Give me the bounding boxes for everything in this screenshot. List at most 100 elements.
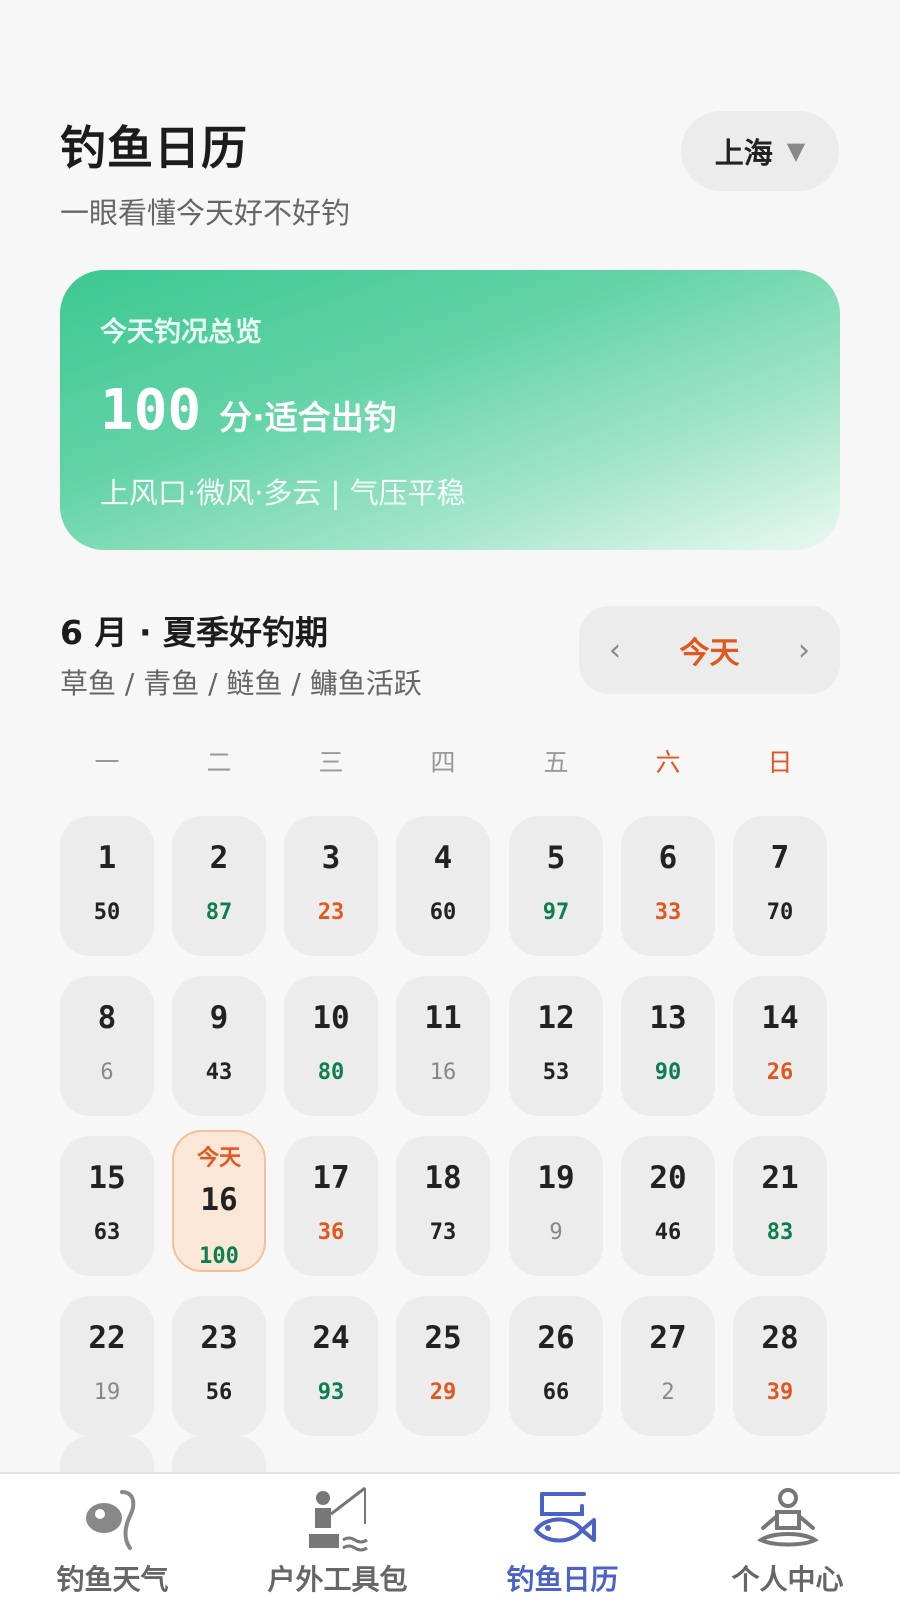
day-number: 9: [209, 1000, 229, 1036]
tab-profile[interactable]: 个人中心: [675, 1474, 900, 1600]
day-number: 8: [97, 1000, 117, 1036]
month-title: 6 月 · 夏季好钓期: [60, 613, 328, 652]
day-number: 26: [537, 1320, 575, 1356]
calendar-day[interactable]: 2 87: [172, 816, 266, 956]
calendar-day[interactable]: 26 66: [509, 1296, 603, 1436]
day-number: 3: [321, 840, 341, 876]
jump-today-button[interactable]: 今天: [680, 628, 740, 672]
day-score: 100: [199, 1244, 239, 1269]
overview-detail: 上风口·微风·多云 | 气压平稳: [100, 476, 466, 510]
calendar-day[interactable]: 10 80: [284, 976, 378, 1116]
calendar-day[interactable]: 13 90: [621, 976, 715, 1116]
day-number: 5: [546, 840, 566, 876]
calendar-day[interactable]: 22 19: [60, 1296, 154, 1436]
prev-month-icon[interactable]: ‹: [609, 633, 621, 668]
bottom-tab-bar: 钓鱼天气 户外工具包 钓鱼日历 个人中心: [0, 1472, 900, 1600]
tab-outdoor-tools[interactable]: 户外工具包: [225, 1474, 450, 1600]
calendar-day[interactable]: 14 26: [733, 976, 827, 1116]
calendar-day[interactable]: 18 73: [396, 1136, 490, 1276]
day-score: 83: [766, 1220, 794, 1245]
day-score: 50: [93, 900, 121, 925]
day-score: 6: [100, 1060, 114, 1085]
calendar-day[interactable]: 23 56: [172, 1296, 266, 1436]
calendar-day[interactable]: 12 53: [509, 976, 603, 1116]
calendar-day-partial: [172, 1436, 266, 1476]
day-score: 90: [654, 1060, 682, 1085]
calendar-day[interactable]: 1 50: [60, 816, 154, 956]
calendar-day-today[interactable]: 今天 16 100: [172, 1130, 266, 1272]
day-score: 66: [542, 1380, 570, 1405]
fish-calendar-icon: [533, 1492, 596, 1543]
day-score: 70: [766, 900, 794, 925]
day-score: 97: [542, 900, 570, 925]
fishing-hook-icon: [85, 1490, 135, 1550]
calendar-day[interactable]: 17 36: [284, 1136, 378, 1276]
day-score: 56: [205, 1380, 233, 1405]
page-subtitle: 一眼看懂今天好不好钓: [60, 196, 351, 230]
tab-fishing-calendar[interactable]: 钓鱼日历: [450, 1474, 675, 1600]
calendar-day[interactable]: 25 29: [396, 1296, 490, 1436]
day-score: 29: [429, 1380, 457, 1405]
calendar-day[interactable]: 5 97: [509, 816, 603, 956]
month-navigator: ‹ 今天 ›: [579, 606, 840, 694]
day-number: 25: [424, 1320, 462, 1356]
overview-score: 100: [100, 378, 202, 443]
today-overview-card[interactable]: 今天钓况总览 100 分·适合出钓 上风口·微风·多云 | 气压平稳: [60, 270, 840, 550]
day-number: 17: [312, 1160, 350, 1196]
calendar-day[interactable]: 86: [60, 976, 154, 1116]
day-score: 23: [317, 900, 345, 925]
day-number: 18: [424, 1160, 462, 1196]
day-number: 13: [649, 1000, 687, 1036]
calendar-day[interactable]: 9 43: [172, 976, 266, 1116]
calendar-grid: 1 50 2 87 3 23 4 60 5 97 6 33 7 70 8 6 9 43 10 80 11 16 12 53 13…: [60, 816, 841, 1476]
calendar-day[interactable]: 6 33: [621, 816, 715, 956]
weekday-label: 四: [430, 748, 456, 777]
angler-icon: [308, 1486, 368, 1552]
meditation-person-icon: [756, 1488, 819, 1547]
day-number: 21: [761, 1160, 799, 1196]
day-number: 27: [649, 1320, 687, 1356]
day-score: 93: [317, 1380, 345, 1405]
day-number: 12: [537, 1000, 575, 1036]
calendar-day[interactable]: 3 23: [284, 816, 378, 956]
calendar-day[interactable]: 24 93: [284, 1296, 378, 1436]
day-score: 19: [93, 1380, 121, 1405]
tab-label: 户外工具包: [267, 1563, 408, 1596]
day-number: 19: [537, 1160, 575, 1196]
day-score: 2: [661, 1380, 675, 1405]
day-number: 15: [88, 1160, 126, 1196]
day-score: 26: [766, 1060, 794, 1085]
calendar-day[interactable]: 28 39: [733, 1296, 827, 1436]
day-number: 22: [88, 1320, 126, 1356]
tab-fishing-weather[interactable]: 钓鱼天气: [0, 1474, 225, 1600]
next-month-icon[interactable]: ›: [798, 633, 810, 668]
tab-label: 个人中心: [731, 1563, 844, 1596]
tab-label: 钓鱼日历: [506, 1563, 619, 1596]
day-score: 46: [654, 1220, 682, 1245]
today-tag: 今天: [196, 1146, 241, 1171]
calendar-day[interactable]: 27 2: [621, 1296, 715, 1436]
day-number: 24: [312, 1320, 350, 1356]
day-number: 20: [649, 1160, 687, 1196]
day-score: 60: [429, 900, 457, 925]
weekday-label: 三: [318, 748, 344, 777]
day-score: 53: [542, 1060, 570, 1085]
calendar-day[interactable]: 11 16: [396, 976, 490, 1116]
calendar-day[interactable]: 15 63: [60, 1136, 154, 1276]
overview-verdict: 分·适合出钓: [219, 398, 397, 437]
active-fish-list: 草鱼 / 青鱼 / 鲢鱼 / 鳙鱼活跃: [60, 667, 422, 700]
calendar-day[interactable]: 19 9: [509, 1136, 603, 1276]
city-label: 上海: [714, 136, 773, 170]
weekday-label: 六: [655, 748, 681, 777]
day-score: 87: [205, 900, 233, 925]
calendar-day[interactable]: 4 60: [396, 816, 490, 956]
city-selector-button[interactable]: 上海 ▼: [681, 111, 839, 191]
calendar-day[interactable]: 21 83: [733, 1136, 827, 1276]
day-score: 33: [654, 900, 682, 925]
day-number: 6: [658, 840, 678, 876]
weekday-label: 五: [543, 748, 569, 777]
calendar-day[interactable]: 20 46: [621, 1136, 715, 1276]
calendar-day[interactable]: 7 70: [733, 816, 827, 956]
day-score: 16: [429, 1060, 457, 1085]
chevron-down-icon: ▼: [786, 137, 806, 165]
